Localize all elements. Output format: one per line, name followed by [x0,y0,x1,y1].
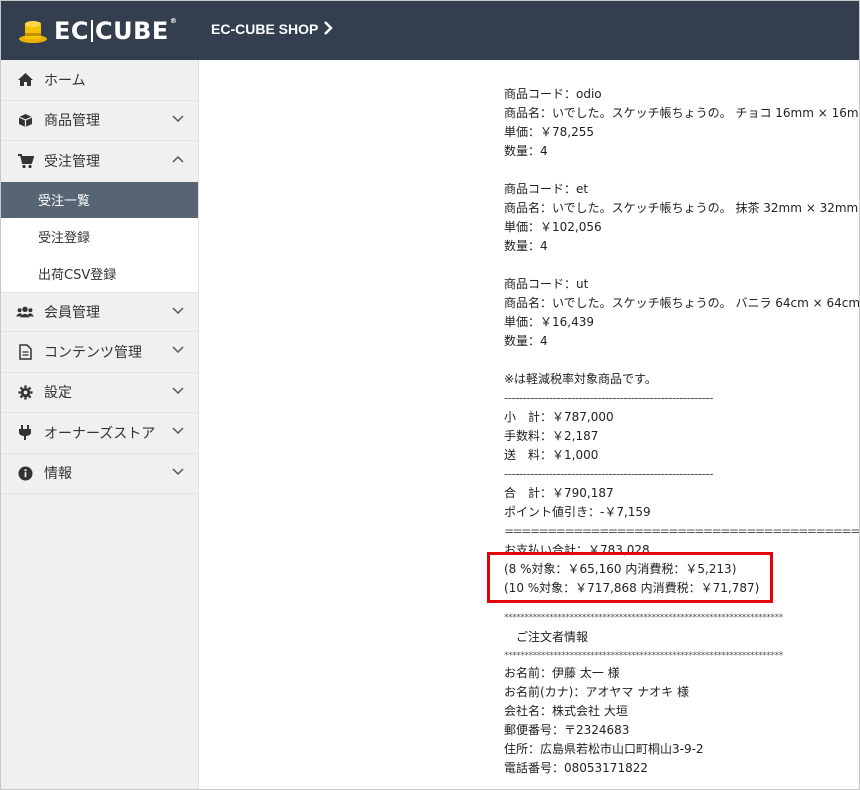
sidebar-item-label: コンテンツ管理 [44,344,142,361]
chevron-down-icon [172,427,184,435]
orders-submenu: 受注一覧 受注登録 出荷CSV登録 [1,181,198,292]
product-code: 商品コード：ut [504,277,589,291]
logo-hat-icon [19,21,47,43]
sidebar-item-label: 会員管理 [44,304,100,321]
star-separator: ****************************************… [504,651,783,661]
product-qty: 数量：4 [504,334,548,348]
orderer-address: 住所：広島県若松市山口町桐山3-9-2 [504,742,704,756]
sidebar-item-label: 設定 [44,385,72,402]
info-icon [16,464,34,482]
cube-icon [16,111,34,129]
sidebar-nav: ホーム 商品管理 受注管理 受注一覧 受注登録 出荷CSV登録 会員管理 コンテ… [1,60,199,789]
app-window: EC CUBE® EC-CUBE SHOP ホーム 商品管理 受注管理 受注一覧… [0,0,860,790]
sidebar-item-label: 情報 [44,466,72,483]
sidebar-subitem-shipping-csv[interactable]: 出荷CSV登録 [1,255,198,292]
sidebar-item-label: オーナーズストア [44,425,156,442]
equals-separator: ========================================… [504,524,859,538]
orderer-info-title: ご注文者情報 [516,630,589,644]
sidebar-item-owners-store[interactable]: オーナーズストア [1,413,198,454]
top-header: EC CUBE® EC-CUBE SHOP [1,1,859,60]
logo-wordmark: EC CUBE® [54,17,178,45]
orderer-company: 会社名：株式会社 大垣 [504,704,628,718]
product-price: 単価：￥78,255 [504,125,594,139]
file-icon [16,343,34,361]
star-separator: ****************************************… [504,613,783,623]
sidebar-item-label: ホーム [44,72,86,89]
sidebar-subitem-order-list[interactable]: 受注一覧 [1,181,198,218]
sidebar-item-label: 受注管理 [44,154,100,171]
product-qty: 数量：4 [504,239,548,253]
chevron-down-icon [172,386,184,394]
dash-separator: ----------------------------------------… [504,391,713,405]
orderer-kana: お名前(カナ)：アオヤマ ナオキ 様 [504,685,689,699]
orderer-phone: 電話番号：08053171822 [504,761,648,775]
chevron-down-icon [172,346,184,354]
product-price: 単価：￥16,439 [504,315,594,329]
highlight-box [487,552,773,603]
point-discount: ポイント値引き：-￥7,159 [504,505,651,519]
product-name: 商品名：いでした。スケッチ帳ちょうの。 チョコ 16mm × 16mm [504,106,860,120]
sidebar-item-home[interactable]: ホーム [1,60,198,101]
sidebar-item-products[interactable]: 商品管理 [1,101,198,141]
shipping-fee: 送 料：￥1,000 [504,448,599,462]
sidebar-item-members[interactable]: 会員管理 [1,291,198,332]
product-price: 単価：￥102,056 [504,220,602,234]
main-content: 商品コード：odio 商品名：いでした。スケッチ帳ちょうの。 チョコ 16mm … [215,60,860,789]
total: 合 計：￥790,187 [504,486,614,500]
sidebar-item-info[interactable]: 情報 [1,454,198,494]
orderer-postal: 郵便番号：〒2324683 [504,723,630,737]
product-code: 商品コード：odio [504,87,602,101]
order-mail-body: 商品コード：odio 商品名：いでした。スケッチ帳ちょうの。 チョコ 16mm … [504,85,860,778]
ec-cube-logo[interactable]: EC CUBE® [18,16,177,46]
product-name: 商品名：いでした。スケッチ帳ちょうの。 バニラ 64cm × 64cm [504,296,860,310]
sidebar-item-contents[interactable]: コンテンツ管理 [1,332,198,373]
chevron-right-icon[interactable] [323,21,333,35]
chevron-down-icon [172,467,184,475]
reduced-tax-note: ※は軽減税率対象商品です。 [504,372,657,386]
home-icon [16,71,34,89]
shop-name-link[interactable]: EC-CUBE SHOP [211,21,318,37]
subtotal: 小 計：￥787,000 [504,410,614,424]
fee: 手数料：￥2,187 [504,429,599,443]
chevron-up-icon [172,155,184,163]
users-icon [16,303,34,321]
product-name: 商品名：いでした。スケッチ帳ちょうの。 抹茶 32mm × 32mm [504,201,859,215]
gear-icon [16,383,34,401]
sidebar-subitem-order-register[interactable]: 受注登録 [1,218,198,255]
chevron-down-icon [172,114,184,122]
dash-separator: ----------------------------------------… [504,467,713,481]
sidebar-item-settings[interactable]: 設定 [1,373,198,413]
plug-icon [16,424,34,442]
sidebar-item-orders[interactable]: 受注管理 [1,141,198,182]
orderer-name: お名前：伊藤 太一 様 [504,666,620,680]
cart-icon [16,152,34,170]
product-code: 商品コード：et [504,182,589,196]
chevron-down-icon [172,306,184,314]
sidebar-item-label: 商品管理 [44,113,100,130]
product-qty: 数量：4 [504,144,548,158]
